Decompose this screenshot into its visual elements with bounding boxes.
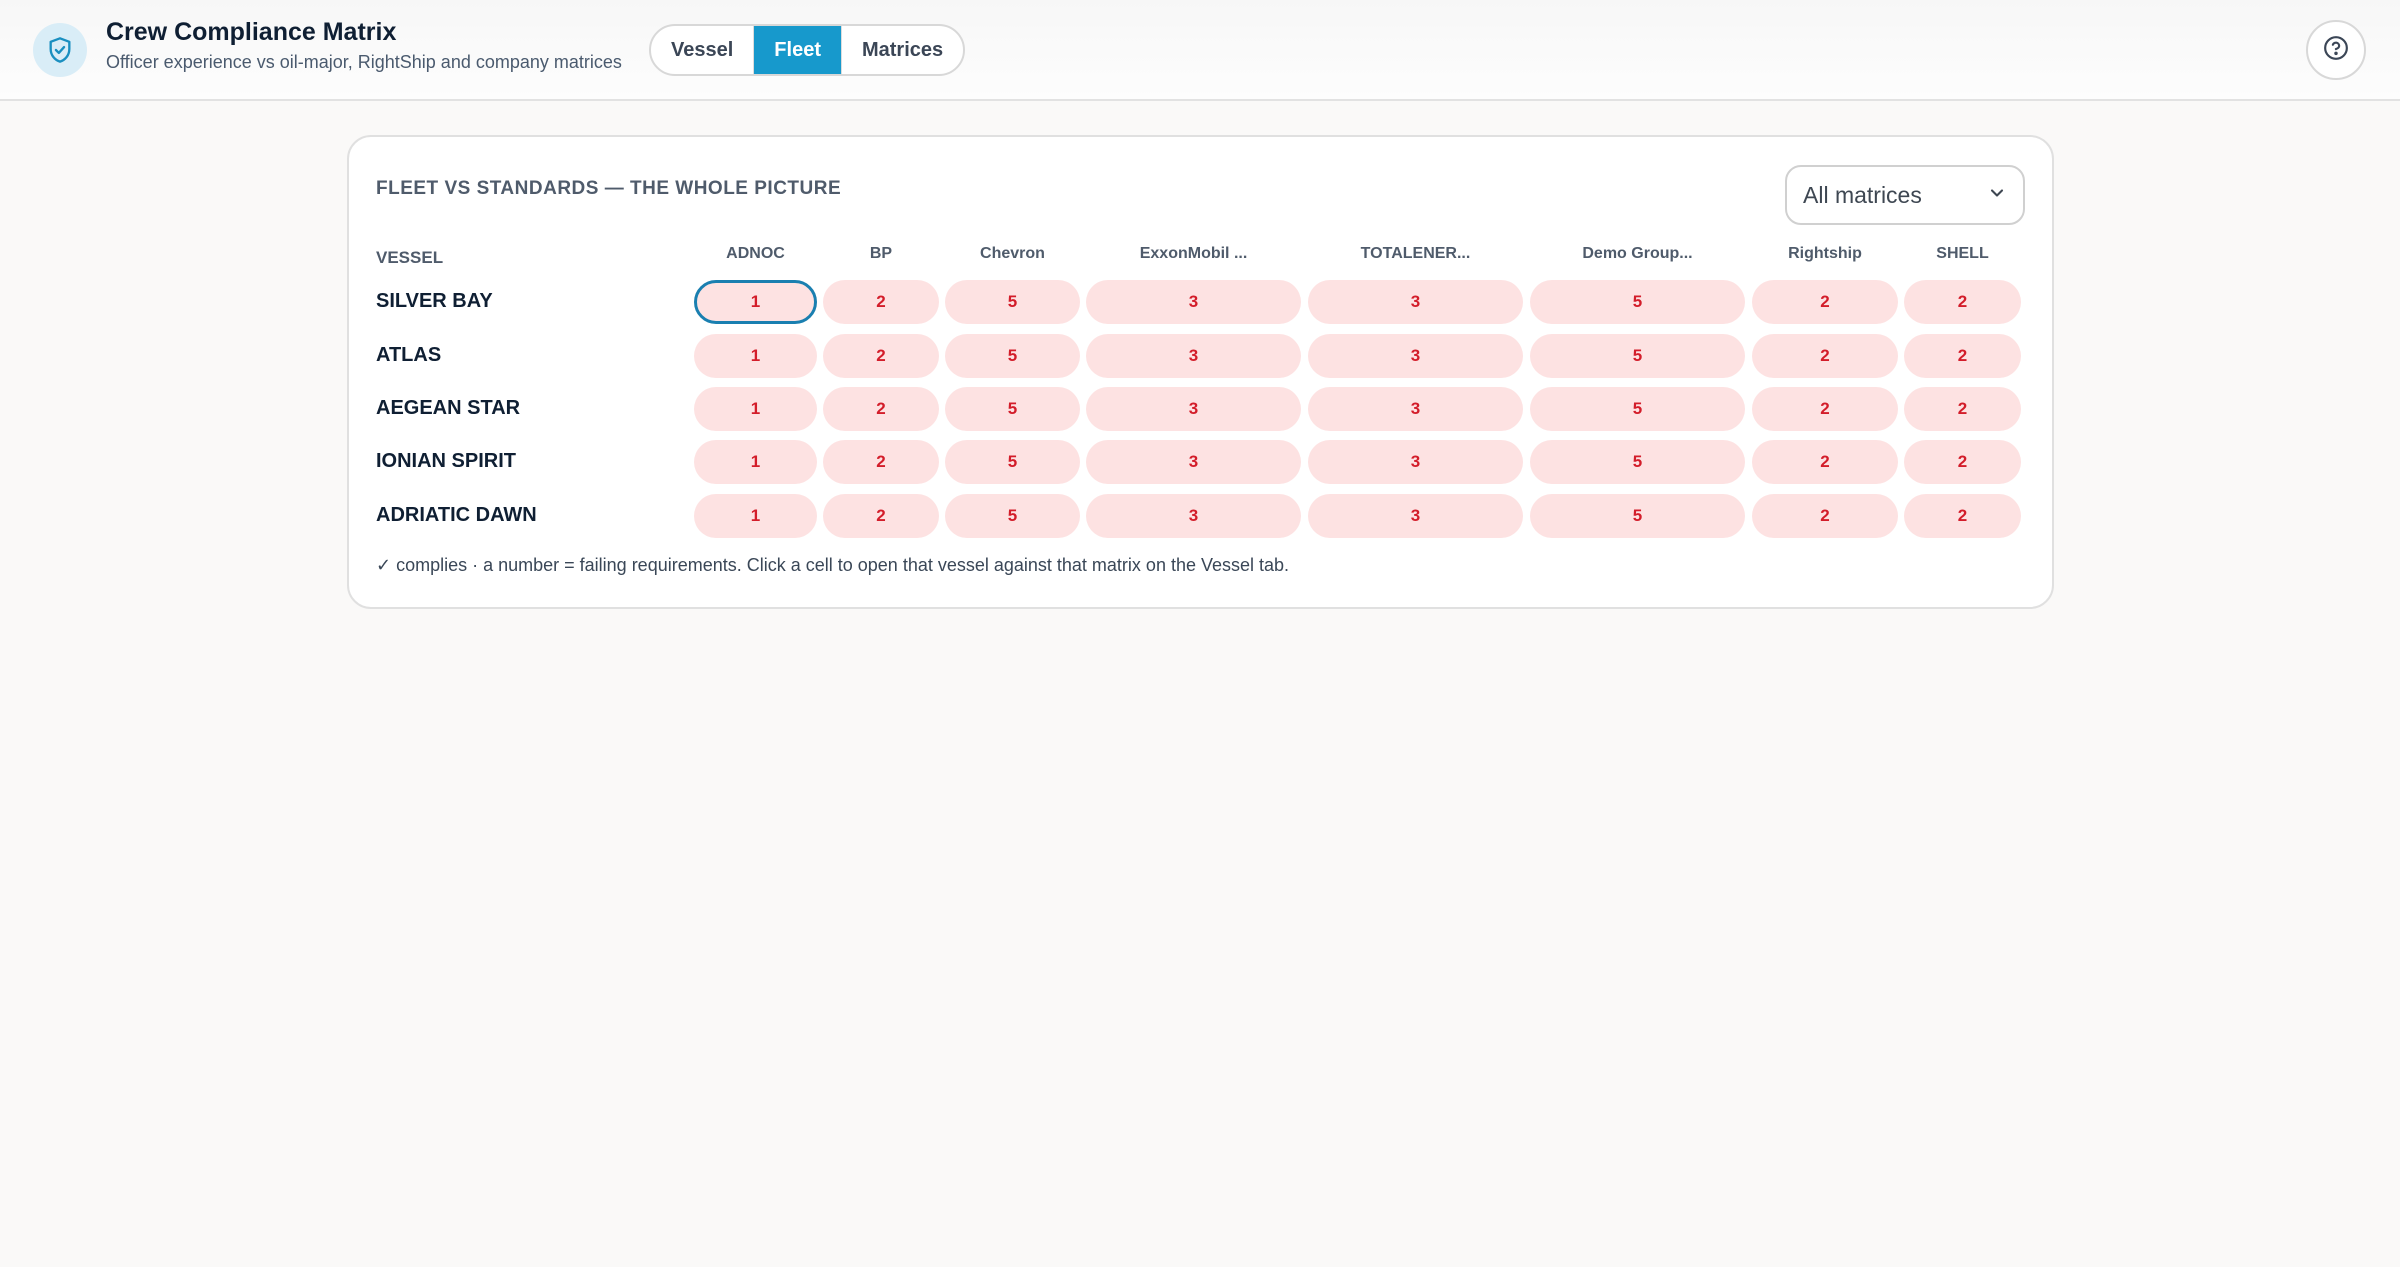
matrix-cell[interactable]: 2 [823, 440, 939, 484]
column-header: TOTALENER... [1360, 245, 1471, 262]
matrix-cell[interactable]: 2 [823, 494, 939, 538]
tab-matrices[interactable]: Matrices [842, 26, 963, 74]
matrix-cell[interactable]: 5 [945, 440, 1080, 484]
matrix-cell[interactable]: 5 [945, 494, 1080, 538]
matrix-cell[interactable]: 2 [1752, 440, 1898, 484]
matrix-cell[interactable]: 3 [1308, 280, 1523, 324]
column-header: Demo Group... [1582, 245, 1693, 262]
vessel-name: ADRIATIC DAWN [376, 504, 537, 526]
matrix-cell[interactable]: 3 [1086, 494, 1301, 538]
vessel-column-header: VESSEL [376, 248, 444, 267]
matrix-cell[interactable]: 2 [823, 387, 939, 431]
matrix-cell[interactable]: 3 [1308, 387, 1523, 431]
matrix-cell[interactable]: 2 [1904, 440, 2021, 484]
matrix-cell[interactable]: 2 [1752, 280, 1898, 324]
column-header: Rightship [1788, 245, 1862, 262]
matrix-cell[interactable]: 5 [945, 387, 1080, 431]
matrix-cell[interactable]: 1 [694, 387, 817, 431]
column-header: Chevron [980, 245, 1045, 262]
matrix-select-value: All matrices [1803, 181, 1922, 208]
vessel-name: SILVER BAY [376, 290, 493, 312]
help-circle-icon [2323, 35, 2349, 66]
chevron-down-icon [1987, 182, 2007, 209]
matrix-cell[interactable]: 1 [694, 494, 817, 538]
matrix-cell[interactable]: 3 [1308, 494, 1523, 538]
matrix-cell[interactable]: 3 [1308, 334, 1523, 378]
column-header: BP [869, 245, 893, 262]
matrix-cell[interactable]: 5 [1530, 387, 1745, 431]
tab-fleet[interactable]: Fleet [754, 26, 842, 74]
matrix-cell[interactable]: 5 [945, 334, 1080, 378]
column-header: SHELL [1936, 245, 1989, 262]
matrix-cell[interactable]: 5 [945, 280, 1080, 324]
app-title: Crew Compliance Matrix [106, 18, 397, 46]
matrix-cell[interactable]: 2 [1752, 494, 1898, 538]
fleet-matrix-card: FLEET VS STANDARDS — THE WHOLE PICTURE A… [347, 135, 2054, 609]
vessel-name: ATLAS [376, 344, 442, 366]
matrix-cell[interactable]: 2 [1904, 334, 2021, 378]
matrix-cell[interactable]: 1 [694, 280, 817, 324]
matrix-cell[interactable]: 5 [1530, 334, 1745, 378]
app-header: Crew Compliance Matrix Officer experienc… [0, 0, 2400, 101]
tab-vessel[interactable]: Vessel [651, 26, 755, 74]
matrix-cell[interactable]: 1 [694, 440, 817, 484]
matrix-cell[interactable]: 2 [1904, 494, 2021, 538]
matrix-cell[interactable]: 2 [1752, 334, 1898, 378]
matrix-cell[interactable]: 5 [1530, 494, 1745, 538]
column-header: ADNOC [726, 245, 785, 262]
matrix-cell[interactable]: 2 [823, 334, 939, 378]
legend-note: ✓ complies · a number = failing requirem… [376, 555, 1290, 575]
matrix-select[interactable]: All matrices [1785, 165, 2025, 225]
matrix-cell[interactable]: 1 [694, 334, 817, 378]
shield-check-icon [33, 23, 87, 77]
matrix-cell[interactable]: 5 [1530, 280, 1745, 324]
matrix-cell[interactable]: 3 [1086, 440, 1301, 484]
matrix-cell[interactable]: 3 [1086, 280, 1301, 324]
matrix-cell[interactable]: 3 [1086, 387, 1301, 431]
vessel-name: AEGEAN STAR [376, 397, 521, 419]
matrix-cell[interactable]: 2 [823, 280, 939, 324]
app-subtitle: Officer experience vs oil-major, RightSh… [106, 52, 622, 72]
card-title: FLEET VS STANDARDS — THE WHOLE PICTURE [376, 178, 842, 199]
matrix-cell[interactable]: 2 [1904, 280, 2021, 324]
help-button[interactable] [2306, 20, 2366, 80]
column-header: ExxonMobil ... [1139, 245, 1248, 262]
matrix-cell[interactable]: 3 [1086, 334, 1301, 378]
vessel-name: IONIAN SPIRIT [376, 450, 517, 472]
matrix-cell[interactable]: 5 [1530, 440, 1745, 484]
matrix-cell[interactable]: 2 [1752, 387, 1898, 431]
matrix-cell[interactable]: 2 [1904, 387, 2021, 431]
matrix-cell[interactable]: 3 [1308, 440, 1523, 484]
view-tabs: Vessel Fleet Matrices [649, 24, 966, 76]
